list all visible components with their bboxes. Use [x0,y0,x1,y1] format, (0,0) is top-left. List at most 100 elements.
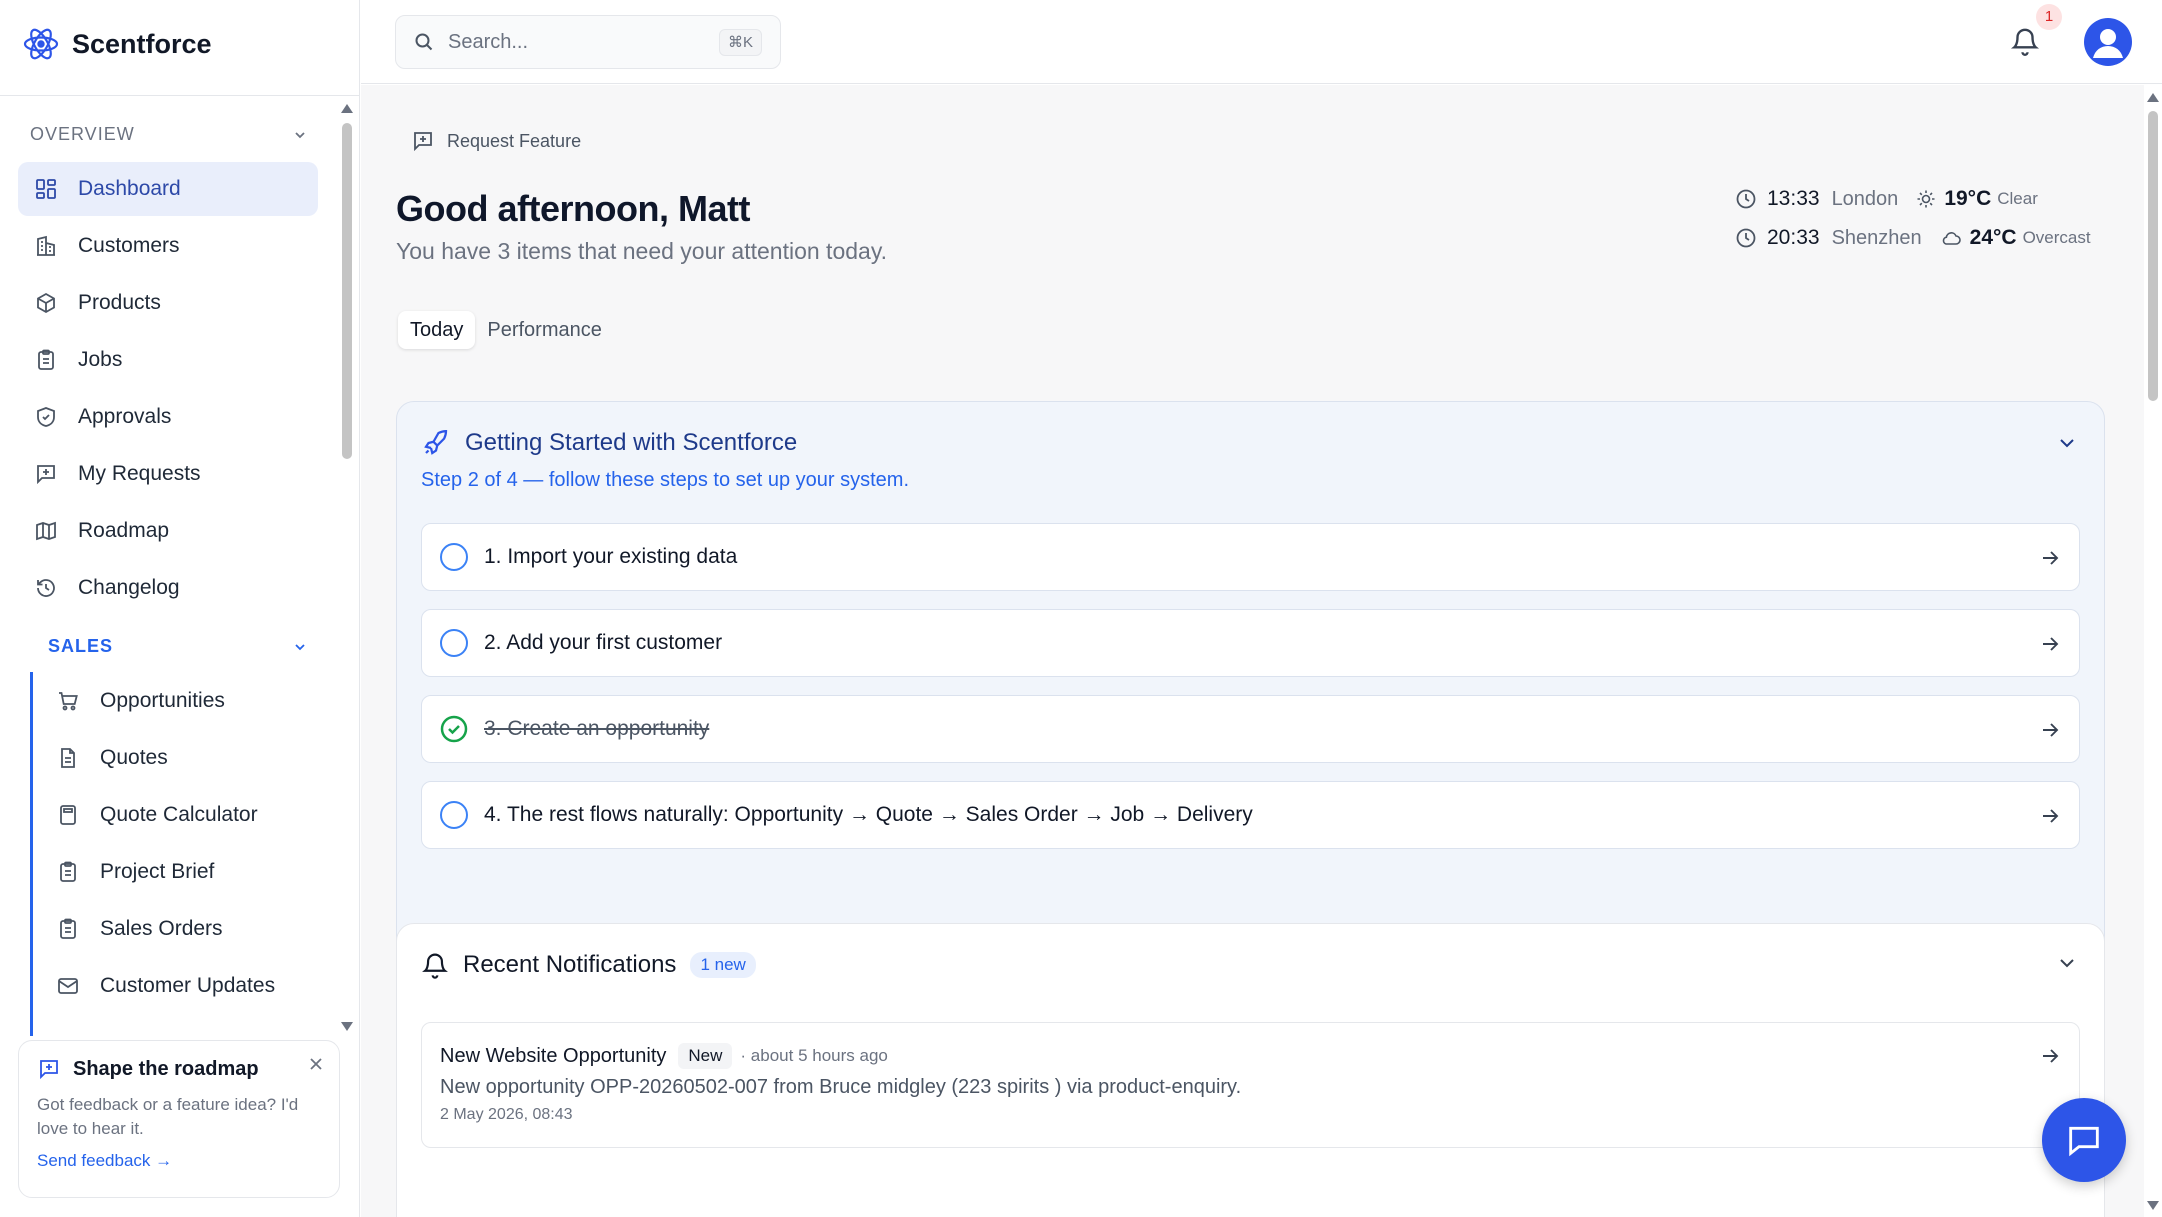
sales-section-indicator [30,672,33,1036]
section-overview-label: OVERVIEW [30,124,135,144]
close-icon[interactable] [309,1057,323,1071]
chevron-down-icon[interactable] [2056,432,2078,454]
chevron-down-icon [292,127,308,143]
getting-started-title: Getting Started with Scentforce [465,429,798,456]
sidebar-item-label: Opportunities [100,689,225,712]
notification-badge: 1 [2036,4,2062,30]
chevron-down-icon[interactable] [2056,952,2078,974]
sidebar-item-label: Approvals [78,405,172,428]
sidebar-item-customer-updates[interactable]: Customer Updates [52,959,332,1013]
document-icon [56,746,80,770]
arrow-right-icon [2039,633,2061,655]
notification-time: · about 5 hours ago [740,1046,888,1065]
chat-button[interactable] [2042,1098,2126,1182]
tab-today[interactable]: Today [398,311,476,349]
search-input[interactable]: Search... ⌘K [395,15,781,69]
message-plus-icon [34,462,58,486]
sidebar-item-project-brief[interactable]: Project Brief [52,845,332,899]
feedback-text: Got feedback or a feature idea? I'd love… [37,1095,299,1138]
sidebar-item-approvals[interactable]: Approvals [18,390,318,444]
setup-step-4[interactable]: 4. The rest flows naturally: Opportunity… [421,781,2080,849]
calculator-icon [56,803,80,827]
arrow-right-icon [2039,805,2061,827]
clock-temp: 19°C [1944,187,1992,210]
dashboard-icon [34,177,58,201]
search-shortcut: ⌘K [718,29,762,56]
arrow-right-icon [2039,719,2061,741]
step-label: 4. The rest flows naturally: Opportunity… [484,803,1253,826]
sidebar-item-quote-calculator[interactable]: Quote Calculator [52,788,332,842]
sun-icon [1916,189,1936,209]
step-label: 2. Add your first customer [484,631,723,654]
clock-icon [1735,188,1757,210]
getting-started-header: Getting Started with Scentforce [421,428,797,458]
tab-performance[interactable]: Performance [475,311,614,349]
notification-title: New Website Opportunity [440,1044,667,1067]
step-pending-icon [440,629,468,657]
rocket-icon [421,428,451,458]
clock-condition: Clear [1997,189,2038,208]
feedback-title: Shape the roadmap [37,1057,321,1081]
setup-step-2[interactable]: 2. Add your first customer [421,609,2080,677]
clipboard-icon [34,348,58,372]
sidebar-item-label: Quote Calculator [100,803,258,826]
search-icon [414,32,434,52]
clock-temp: 24°C [1969,226,2017,249]
sidebar-item-products[interactable]: Products [18,276,318,330]
sidebar-item-label: My Requests [78,462,201,485]
section-sales-label: SALES [48,636,114,656]
map-icon [34,519,58,543]
sidebar-item-label: Jobs [78,348,123,371]
message-plus-icon [37,1057,61,1081]
setup-step-3[interactable]: 3. Create an opportunity [421,695,2080,763]
clock-time: 13:33 [1767,187,1820,210]
clock-time: 20:33 [1767,226,1820,249]
check-circle-icon [440,715,468,743]
recent-notifications-title: Recent Notifications [463,951,677,978]
page-subtitle: You have 3 items that need your attentio… [396,238,888,264]
clock-condition: Overcast [2022,228,2091,247]
sidebar-item-label: Changelog [78,576,180,599]
section-sales[interactable]: SALES [48,636,308,657]
notification-item[interactable]: New Website Opportunity New · about 5 ho… [421,1022,2080,1148]
sidebar-item-my-requests[interactable]: My Requests [18,447,318,501]
sidebar-item-roadmap[interactable]: Roadmap [18,504,318,558]
sidebar-item-jobs[interactable]: Jobs [18,333,318,387]
sidebar-item-changelog[interactable]: Changelog [18,561,318,615]
sidebar-item-label: Roadmap [78,519,170,542]
bell-icon[interactable] [2010,24,2040,58]
sidebar-item-label: Quotes [100,746,168,769]
send-feedback-link[interactable]: Send feedback → [37,1151,321,1171]
request-feature-label: Request Feature [447,130,582,151]
feedback-title-text: Shape the roadmap [73,1057,259,1080]
sidebar-item-label: Customer Updates [100,974,276,997]
building-icon [34,234,58,258]
setup-step-1[interactable]: 1. Import your existing data [421,523,2080,591]
brand-name: Scentforce [72,28,212,59]
recent-notifications-card: Recent Notifications 1 new New Website O… [396,923,2105,1217]
sidebar-scrollbar[interactable] [338,96,356,1036]
request-feature-button[interactable]: Request Feature [411,129,581,153]
sidebar-item-customers[interactable]: Customers [18,219,318,273]
history-icon [34,576,58,600]
sidebar-nav: OVERVIEW Dashboard Customers Products Jo… [0,96,340,1036]
sidebar-item-dashboard[interactable]: Dashboard [18,162,318,216]
sidebar-item-sales-orders[interactable]: Sales Orders [52,902,332,956]
brand[interactable]: Scentforce [22,24,212,64]
search-placeholder: Search... [448,30,529,53]
step-pending-icon [440,543,468,571]
avatar[interactable] [2084,18,2132,66]
step-label: 1. Import your existing data [484,545,738,568]
clock-london: 13:33 London 19°C Clear [1735,187,2038,211]
clock-icon [1735,227,1757,249]
sidebar-item-opportunities[interactable]: Opportunities [52,674,332,728]
sidebar-item-label: Sales Orders [100,917,223,940]
chevron-down-icon [292,639,308,655]
section-overview[interactable]: OVERVIEW [30,124,308,145]
top-bar: Search... ⌘K 1 [361,0,2162,84]
page-title: Good afternoon, Matt [396,188,750,229]
main-scrollbar[interactable] [2144,85,2162,1217]
sidebar-item-quotes[interactable]: Quotes [52,731,332,785]
feedback-card: Shape the roadmap Got feedback or a feat… [18,1040,340,1198]
cart-icon [56,689,80,713]
